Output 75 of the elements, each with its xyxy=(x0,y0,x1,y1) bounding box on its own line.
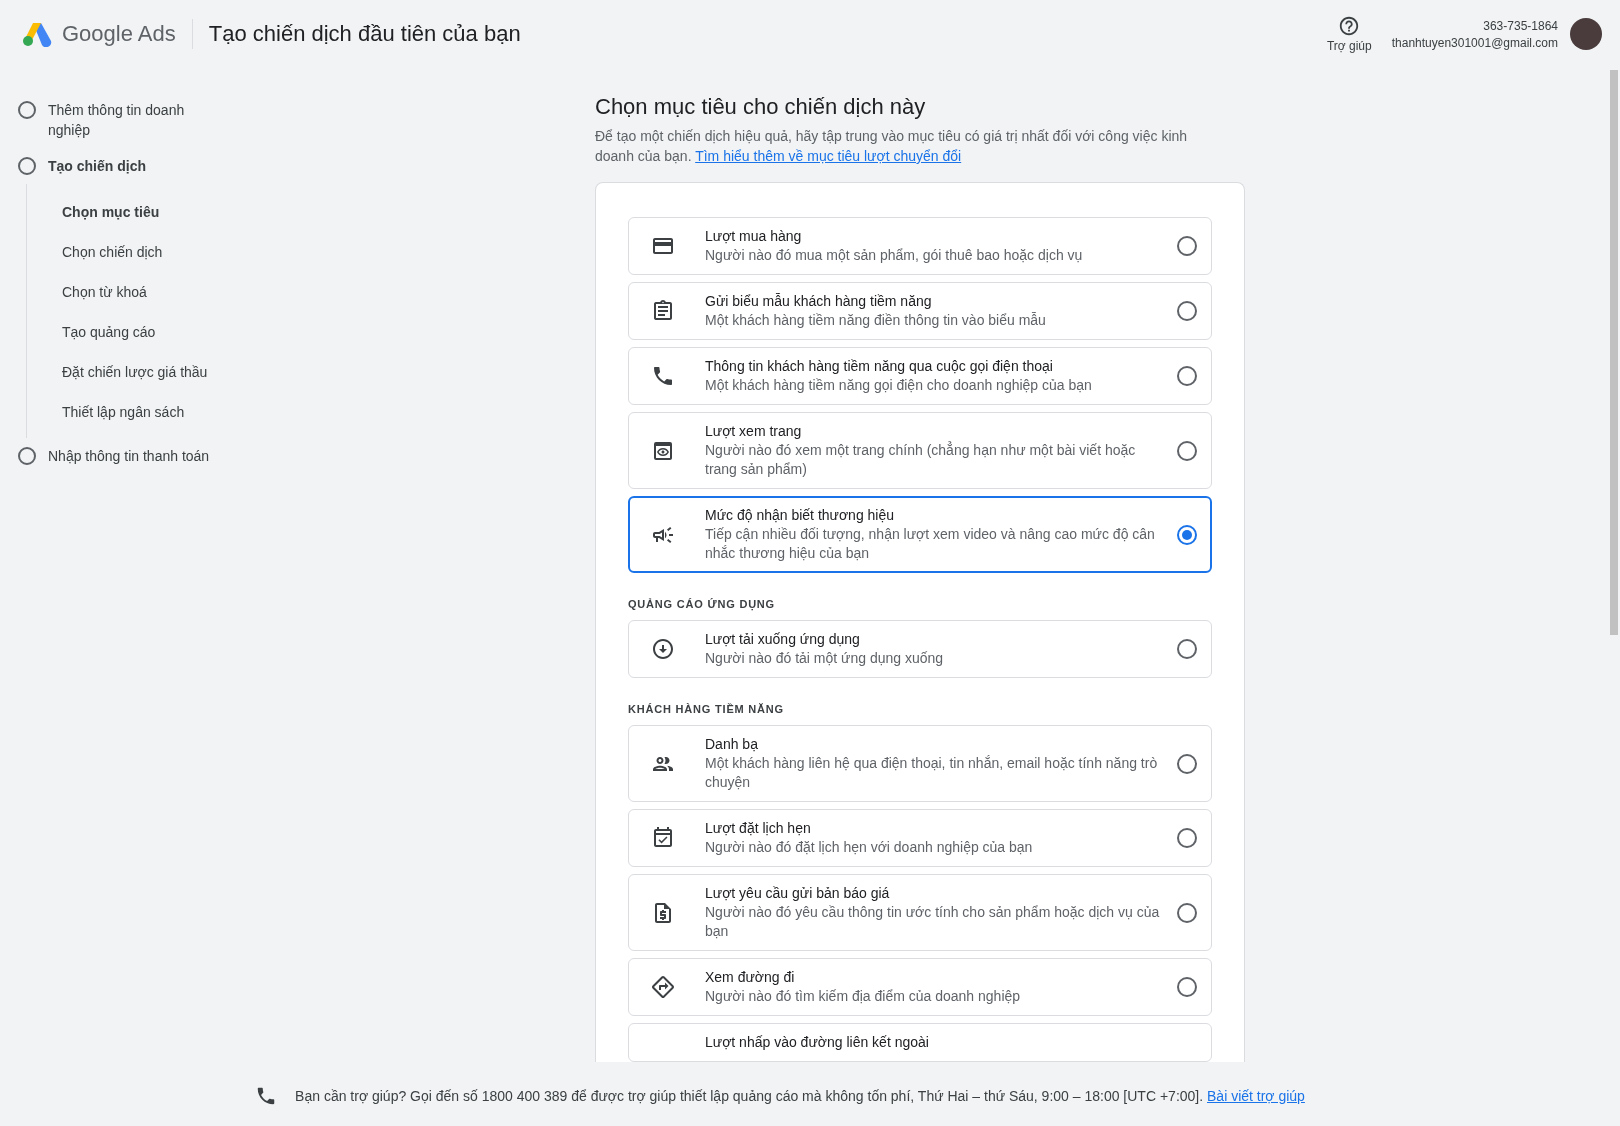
option-title: Lượt mua hàng xyxy=(705,227,803,246)
radio-button[interactable] xyxy=(1177,639,1197,659)
group-heading: KHÁCH HÀNG TIỀM NĂNG xyxy=(628,703,785,715)
radio-button[interactable] xyxy=(1177,753,1197,774)
phone-icon xyxy=(651,364,675,388)
account-phone: 363-735-1864 xyxy=(1483,18,1558,33)
step-item[interactable]: Tạo chiến dịch xyxy=(0,148,260,184)
option-description: Người nào đó yêu cầu thông tin ước tính cho sản phẩm hoặc dịch vụ của bạn xyxy=(705,903,1161,941)
option-title: Lượt tải xuống ứng dụng xyxy=(705,630,861,649)
option-description: Người nào đó tìm kiếm địa điểm của doanh nghiệp xyxy=(705,987,1022,1006)
option-title: Gửi biểu mẫu khách hàng tiềm năng xyxy=(705,292,933,311)
radio-button[interactable] xyxy=(1177,236,1197,256)
option-title: Lượt đặt lịch hẹn xyxy=(705,819,812,838)
radio-button[interactable] xyxy=(1177,301,1197,321)
help-text: Bạn cần trợ giúp? Gọi đến số 1800 400 389 để được trợ giúp thiết lập quảng cáo mà không tốn phí, Thứ Hai – thứ Sáu, 9:00 – 18:00 [UTC +7:00]. Bài viết trợ giúp xyxy=(295,1087,1305,1104)
group-heading: QUẢNG CÁO ỨNG DỤNG xyxy=(628,598,776,610)
radio-button[interactable] xyxy=(1177,902,1197,923)
substep-item[interactable]: Chọn từ khoá xyxy=(27,272,260,312)
option-title: Xem đường đi xyxy=(705,968,796,987)
goal-option[interactable]: Lượt xem trang Người nào đó xem một trang chính (chẳng hạn như một bài viết hoặc trang sản phẩm) xyxy=(628,412,1212,489)
option-title: Mức độ nhận biết thương hiệu xyxy=(705,506,896,525)
substep-item[interactable]: Thiết lập ngân sách xyxy=(27,392,260,432)
option-description: Một khách hàng tiềm năng gọi điện cho doanh nghiệp của bạn xyxy=(705,376,1093,395)
learn-more-link[interactable]: Tìm hiểu thêm về mục tiêu lượt chuyển đổi xyxy=(695,148,962,164)
goal-option[interactable]: Lượt mua hàng Người nào đó mua một sản phẩm, gói thuê bao hoặc dịch vụ xyxy=(628,217,1212,275)
goal-option[interactable]: Lượt đặt lịch hẹn Người nào đó đặt lịch hẹn với doanh nghiệp của bạn xyxy=(628,809,1212,867)
goal-option[interactable]: Lượt nhấp vào đường liên kết ngoài xyxy=(628,1023,1212,1062)
section-heading: Chọn mục tiêu cho chiến dịch này xyxy=(595,94,927,120)
radio-button[interactable] xyxy=(1177,440,1197,461)
option-title: Lượt xem trang xyxy=(705,422,803,441)
option-description: Một khách hàng liên hệ qua điện thoại, tin nhắn, email hoặc tính năng trò chuyện xyxy=(705,754,1159,792)
help-button[interactable]: Trợ giúp xyxy=(1326,15,1372,53)
option-description: Người nào đó mua một sản phẩm, gói thuê bao hoặc dịch vụ xyxy=(705,246,1084,265)
goal-option[interactable]: Lượt yêu cầu gửi bản báo giá Người nào đó yêu cầu thông tin ước tính cho sản phẩm hoặc dịch vụ của bạn xyxy=(628,874,1212,951)
step-circle-icon xyxy=(18,447,36,465)
scrollbar-thumb[interactable] xyxy=(1610,70,1618,635)
intro-text: Để tạo một chiến dịch hiệu quả, hãy tập trung vào mục tiêu có giá trị nhất đối với công việc kinh doanh của bạn. Tìm hiểu thêm về mục tiêu lượt chuyển đổi xyxy=(595,127,1189,166)
option-title: Lượt nhấp vào đường liên kết ngoài xyxy=(705,1033,930,1052)
step-item[interactable]: Thêm thông tin doanh nghiệp xyxy=(0,92,260,148)
substep-item[interactable]: Chọn chiến dịch xyxy=(27,232,260,272)
step-circle-icon xyxy=(18,157,36,175)
radio-button[interactable] xyxy=(1177,977,1197,997)
help-article-link[interactable]: Bài viết trợ giúp xyxy=(1207,1087,1305,1104)
option-description: Tiếp cận nhiều đối tượng, nhận lượt xem video và nâng cao mức độ cân nhắc thương hiệu của bạn xyxy=(705,525,1156,563)
substep-item[interactable]: Tạo quảng cáo xyxy=(27,312,260,352)
goal-option[interactable]: Lượt tải xuống ứng dụng Người nào đó tải một ứng dụng xuống xyxy=(628,620,1212,678)
download-icon xyxy=(651,637,675,661)
option-description: Người nào đó đặt lịch hẹn với doanh nghiệp của bạn xyxy=(705,838,1034,857)
goal-option[interactable]: Gửi biểu mẫu khách hàng tiềm năng Một khách hàng tiềm năng điền thông tin vào biểu mẫu xyxy=(628,282,1212,340)
page-title: Tạo chiến dịch đầu tiên của bạn xyxy=(208,21,521,47)
account-email: thanhtuyen301001@gmail.com xyxy=(1391,35,1558,50)
help-icon xyxy=(1338,15,1361,37)
radio-button[interactable] xyxy=(1177,828,1197,848)
step-circle-icon xyxy=(18,101,36,119)
option-description: Người nào đó tải một ứng dụng xuống xyxy=(705,649,945,668)
substep-item[interactable]: Đặt chiến lược giá thầu xyxy=(27,352,260,392)
radio-button[interactable] xyxy=(1177,524,1197,545)
radio-button[interactable] xyxy=(1177,366,1197,386)
goal-option[interactable]: Mức độ nhận biết thương hiệu Tiếp cận nhiều đối tượng, nhận lượt xem video và nâng cao mức độ cân nhắc thương hiệu của bạn xyxy=(628,496,1212,573)
option-title: Danh bạ xyxy=(705,735,759,754)
directions-icon xyxy=(651,975,675,999)
step-item[interactable]: Nhập thông tin thanh toán xyxy=(0,438,260,474)
calendar-check-icon xyxy=(651,826,675,850)
option-title: Thông tin khách hàng tiềm năng qua cuộc gọi điện thoại xyxy=(705,357,1054,376)
clipboard-icon xyxy=(651,299,675,323)
product-name: Google Ads xyxy=(62,21,176,47)
option-description: Một khách hàng tiềm năng điền thông tin vào biểu mẫu xyxy=(705,311,1047,330)
avatar[interactable] xyxy=(1570,18,1602,50)
goal-option[interactable]: Danh bạ Một khách hàng liên hệ qua điện thoại, tin nhắn, email hoặc tính năng trò chuyện xyxy=(628,725,1212,802)
goal-option[interactable]: Xem đường đi Người nào đó tìm kiếm địa điểm của doanh nghiệp xyxy=(628,958,1212,1016)
substep-item[interactable]: Chọn mục tiêu xyxy=(27,192,260,232)
goal-option[interactable]: Thông tin khách hàng tiềm năng qua cuộc gọi điện thoại Một khách hàng tiềm năng gọi điện cho doanh nghiệp của bạn xyxy=(628,347,1212,405)
option-description: Người nào đó xem một trang chính (chẳng hạn như một bài viết hoặc trang sản phẩm) xyxy=(705,441,1137,479)
option-title: Lượt yêu cầu gửi bản báo giá xyxy=(705,884,891,903)
logo-icon xyxy=(22,21,52,47)
